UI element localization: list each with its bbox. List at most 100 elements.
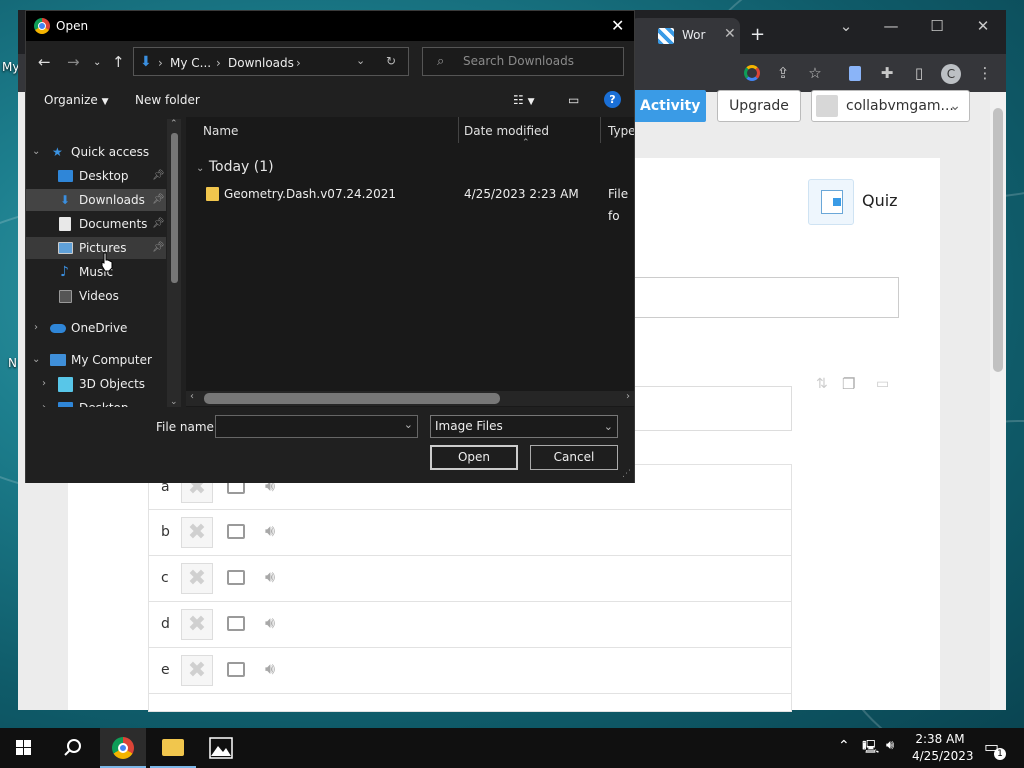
copy-icon[interactable]: ❐ bbox=[842, 375, 855, 393]
up-arrow-icon[interactable]: ↑ bbox=[112, 53, 125, 71]
remove-answer-icon[interactable]: ✖ bbox=[181, 609, 213, 640]
resize-grip-icon[interactable]: ⋰ bbox=[622, 469, 631, 479]
group-header[interactable]: ⌄ Today (1) bbox=[196, 159, 274, 175]
chevron-right-icon[interactable]: › bbox=[42, 373, 46, 395]
nav-scroll-thumb[interactable] bbox=[171, 133, 178, 283]
column-header-date-modified[interactable]: Date modified bbox=[464, 124, 549, 138]
help-icon[interactable]: ? bbox=[604, 91, 621, 108]
sidebar-item-onedrive[interactable]: › OneDrive bbox=[26, 317, 166, 339]
back-arrow-icon[interactable]: ← bbox=[38, 53, 51, 71]
file-type-select[interactable]: Image Files ⌄ bbox=[430, 415, 618, 438]
speaker-icon[interactable]: 🔊︎ bbox=[265, 567, 275, 587]
sidebar-item-desktop[interactable]: Desktop 📌︎ bbox=[26, 165, 166, 187]
recent-chevron-icon[interactable]: ⌄ bbox=[93, 57, 101, 68]
sort-icon[interactable]: ⇅ bbox=[816, 376, 828, 392]
file-list-scroll-thumb[interactable] bbox=[204, 393, 500, 404]
tab-search-icon[interactable]: ⌄ bbox=[823, 10, 869, 42]
quiz-icon[interactable] bbox=[808, 179, 854, 225]
bookmark-star-icon[interactable]: ☆ bbox=[804, 62, 826, 84]
table-row[interactable]: Geometry.Dash.v07.24.2021 4/25/2023 2:23… bbox=[186, 183, 634, 223]
scroll-up-icon[interactable]: ⌃ bbox=[170, 119, 178, 129]
sidebar-item-desktop-2[interactable]: › Desktop bbox=[26, 397, 166, 407]
close-window-icon[interactable]: ✕ bbox=[960, 10, 1006, 42]
address-dropdown-icon[interactable]: ⌄ bbox=[356, 54, 365, 67]
speaker-icon[interactable]: 🔊︎ bbox=[265, 521, 275, 541]
show-hidden-icons-icon[interactable]: ⌃ bbox=[838, 738, 850, 754]
view-options-icon[interactable]: ☷ ▼ bbox=[513, 93, 535, 107]
volume-icon[interactable]: 🔊︎ bbox=[886, 738, 894, 753]
network-icon[interactable]: 🖳︎ bbox=[862, 738, 879, 760]
scroll-down-icon[interactable]: ⌄ bbox=[170, 397, 178, 407]
remove-answer-icon[interactable]: ✖ bbox=[181, 563, 213, 594]
upgrade-button[interactable]: Upgrade bbox=[717, 90, 801, 122]
google-icon[interactable] bbox=[741, 62, 763, 84]
remove-answer-icon[interactable]: ✖ bbox=[181, 655, 213, 686]
image-icon[interactable] bbox=[227, 524, 245, 539]
speaker-icon[interactable]: 🔊︎ bbox=[265, 659, 275, 679]
forward-arrow-icon[interactable]: → bbox=[67, 53, 80, 71]
minimize-icon[interactable]: — bbox=[868, 10, 914, 42]
pin-icon[interactable]: 📌︎ bbox=[152, 189, 165, 211]
pin-icon[interactable]: 📌︎ bbox=[152, 213, 165, 235]
chevron-right-icon[interactable]: › bbox=[42, 397, 46, 407]
column-divider[interactable] bbox=[600, 117, 601, 143]
maximize-icon[interactable]: ☐ bbox=[914, 10, 960, 42]
breadcrumb-my-computer[interactable]: My C... bbox=[170, 56, 211, 70]
photos-taskbar-button[interactable] bbox=[198, 728, 244, 768]
file-name-input[interactable]: ⌄ bbox=[215, 415, 418, 438]
share-icon[interactable]: ⇪ bbox=[772, 62, 794, 84]
desktop-icon-label[interactable]: N bbox=[8, 356, 17, 370]
chevron-down-icon[interactable]: ⌄ bbox=[32, 141, 40, 163]
organize-button[interactable]: Organize ▼ bbox=[44, 93, 109, 107]
chevron-right-icon[interactable]: › bbox=[34, 317, 38, 339]
title-input[interactable] bbox=[632, 277, 899, 318]
close-icon[interactable]: ✕ bbox=[611, 16, 624, 35]
cancel-button[interactable]: Cancel bbox=[530, 445, 618, 470]
browser-tab[interactable]: Wor ✕ bbox=[630, 18, 740, 54]
side-panel-icon[interactable]: ▯ bbox=[908, 62, 930, 84]
scroll-right-icon[interactable]: › bbox=[626, 391, 630, 402]
account-dropdown[interactable]: collabvmgam... ⌄ bbox=[811, 90, 970, 122]
clock-time[interactable]: 2:38 AM bbox=[912, 732, 968, 746]
column-header-name[interactable]: Name bbox=[203, 124, 238, 138]
close-tab-icon[interactable]: ✕ bbox=[724, 26, 736, 42]
extension-icon[interactable] bbox=[844, 62, 866, 84]
scroll-left-icon[interactable]: ‹ bbox=[190, 391, 194, 402]
refresh-icon[interactable]: ↻ bbox=[386, 54, 396, 68]
sidebar-item-downloads[interactable]: ⬇ Downloads 📌︎ bbox=[26, 189, 166, 211]
speaker-icon[interactable]: 🔊︎ bbox=[265, 613, 275, 633]
puzzle-icon[interactable]: ✚ bbox=[876, 62, 898, 84]
search-button[interactable] bbox=[50, 728, 96, 768]
sidebar-item-pictures[interactable]: Pictures 📌︎ bbox=[26, 237, 166, 259]
column-divider[interactable] bbox=[458, 117, 459, 143]
sidebar-item-3d-objects[interactable]: › 3D Objects bbox=[26, 373, 166, 395]
open-button[interactable]: Open bbox=[430, 445, 518, 470]
address-bar[interactable]: ⬇ › My C... › Downloads › ⌄ ↻ bbox=[133, 47, 409, 76]
sidebar-item-documents[interactable]: Documents 📌︎ bbox=[26, 213, 166, 235]
chrome-taskbar-button[interactable] bbox=[100, 728, 146, 768]
desktop-icon-label[interactable]: My bbox=[2, 60, 19, 74]
new-tab-button[interactable]: + bbox=[750, 24, 765, 45]
breadcrumb-downloads[interactable]: Downloads bbox=[228, 56, 294, 70]
image-icon[interactable] bbox=[227, 616, 245, 631]
start-button[interactable] bbox=[0, 728, 46, 768]
pin-icon[interactable]: 📌︎ bbox=[152, 237, 165, 259]
delete-icon[interactable]: ▭ bbox=[876, 376, 889, 392]
column-header-type[interactable]: Type bbox=[608, 124, 634, 138]
preview-pane-icon[interactable]: ▭ bbox=[568, 93, 579, 107]
chevron-down-icon[interactable]: ⌄ bbox=[32, 349, 40, 371]
search-input[interactable]: ⌕ Search Downloads bbox=[422, 47, 624, 76]
page-scroll-thumb[interactable] bbox=[993, 108, 1003, 372]
new-folder-button[interactable]: New folder bbox=[135, 93, 200, 107]
pin-icon[interactable]: 📌︎ bbox=[152, 165, 165, 187]
sidebar-item-music[interactable]: ♪ Music bbox=[26, 261, 166, 283]
image-icon[interactable] bbox=[227, 570, 245, 585]
clock-date[interactable]: 4/25/2023 bbox=[912, 749, 974, 763]
sidebar-item-quick-access[interactable]: ⌄ ★ Quick access bbox=[26, 141, 166, 163]
sidebar-item-videos[interactable]: Videos bbox=[26, 285, 166, 307]
question-input[interactable] bbox=[632, 386, 792, 431]
menu-icon[interactable]: ⋮ bbox=[974, 62, 996, 84]
remove-answer-icon[interactable]: ✖ bbox=[181, 517, 213, 548]
profile-avatar[interactable]: C bbox=[940, 62, 962, 84]
sidebar-item-my-computer[interactable]: ⌄ My Computer bbox=[26, 349, 166, 371]
